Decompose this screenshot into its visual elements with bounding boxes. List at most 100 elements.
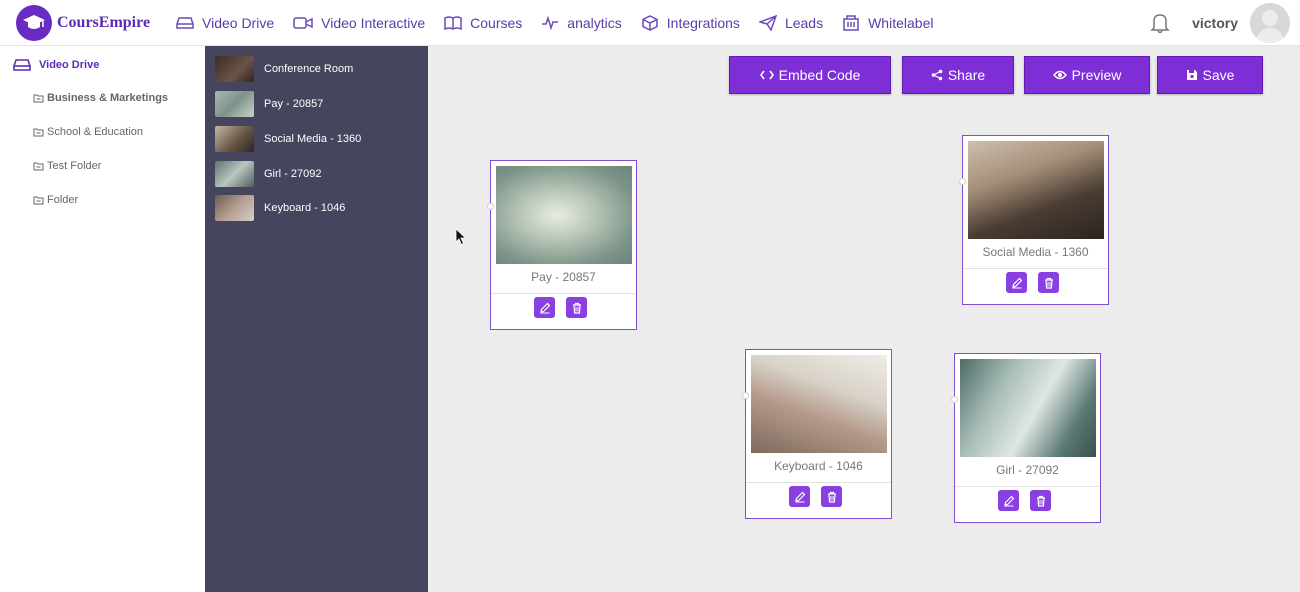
trash-icon	[572, 302, 581, 314]
nav-label: Whitelabel	[868, 14, 934, 31]
video-node[interactable]: Pay - 20857	[487, 160, 637, 330]
pencil-icon	[1011, 277, 1022, 288]
node-divider	[491, 293, 636, 294]
video-list-label: Girl - 27092	[264, 168, 322, 180]
folder-icon	[33, 196, 44, 205]
video-list-item[interactable]: Pay - 20857	[215, 90, 323, 118]
embed-code-button[interactable]: Embed Code	[729, 56, 891, 94]
video-list-item[interactable]: Conference Room	[215, 55, 353, 83]
nav-integrations[interactable]: Integrations	[641, 15, 740, 31]
delete-button[interactable]	[1030, 490, 1051, 511]
share-icon	[931, 69, 943, 81]
nav-label: Video Drive	[202, 14, 275, 31]
video-list-label: Keyboard - 1046	[264, 202, 346, 214]
nav-label: Integrations	[666, 14, 740, 31]
preview-button[interactable]: Preview	[1024, 56, 1150, 94]
edit-button[interactable]	[998, 490, 1019, 511]
nav-leads[interactable]: Leads	[758, 14, 824, 31]
video-thumbnail	[751, 355, 887, 453]
book-icon	[444, 15, 462, 30]
delete-button[interactable]	[566, 297, 587, 318]
cube-icon	[642, 14, 658, 31]
nav-courses[interactable]: Courses	[444, 15, 522, 31]
node-divider	[963, 268, 1108, 269]
node-divider	[746, 482, 891, 483]
edit-button[interactable]	[534, 297, 555, 318]
pencil-icon	[794, 491, 805, 502]
video-thumbnail	[215, 195, 254, 221]
trash-icon	[1036, 495, 1045, 507]
flow-canvas[interactable]: Embed Code Share Preview Save Pay - 2085…	[428, 46, 1300, 592]
video-thumbnail	[960, 359, 1096, 457]
code-icon	[759, 70, 774, 80]
folder-sidebar: Video Drive Business & Marketings School…	[0, 46, 205, 592]
node-divider	[955, 486, 1100, 487]
video-list-label: Conference Room	[264, 63, 354, 75]
pencil-icon	[539, 302, 550, 313]
sidebar-folder-test[interactable]: Test Folder	[33, 160, 101, 172]
nav-video-interactive[interactable]: Video Interactive	[293, 15, 425, 31]
top-navbar: CoursEmpire Video Drive Video Interactiv…	[0, 0, 1300, 46]
edit-button[interactable]	[1006, 272, 1027, 293]
building-icon	[843, 14, 859, 31]
bell-icon[interactable]	[1150, 12, 1170, 34]
video-thumbnail	[215, 56, 254, 82]
video-node[interactable]: Keyboard - 1046	[742, 349, 892, 519]
video-thumbnail	[215, 126, 254, 152]
video-list-item[interactable]: Social Media - 1360	[215, 125, 361, 153]
sidebar-folder-label: Business & Marketings	[47, 92, 169, 104]
connector-handle[interactable]	[951, 396, 958, 403]
preview-label: Preview	[1071, 67, 1122, 83]
video-list-label: Social Media - 1360	[264, 133, 362, 145]
nav-analytics[interactable]: analytics	[541, 14, 622, 31]
video-list-item[interactable]: Girl - 27092	[215, 160, 321, 188]
nav-label: analytics	[567, 14, 622, 31]
video-thumbnail	[215, 91, 254, 117]
node-title: Pay - 20857	[531, 270, 596, 284]
paper-plane-icon	[758, 14, 777, 31]
video-thumbnail	[496, 166, 632, 264]
connector-handle[interactable]	[742, 392, 749, 399]
save-label: Save	[1202, 67, 1235, 83]
pulse-icon	[542, 15, 559, 30]
main-nav: Video Drive Video Interactive Courses an…	[176, 14, 952, 31]
sidebar-root-video-drive[interactable]: Video Drive	[13, 58, 99, 72]
sidebar-folder-folder[interactable]: Folder	[33, 194, 78, 206]
sidebar-folder-school[interactable]: School & Education	[33, 126, 143, 138]
embed-code-label: Embed Code	[778, 67, 861, 83]
video-list-item[interactable]: Keyboard - 1046	[215, 194, 345, 222]
node-title: Girl - 27092	[996, 463, 1059, 477]
sidebar-root-label: Video Drive	[39, 59, 100, 71]
share-label: Share	[947, 67, 986, 83]
share-button[interactable]: Share	[902, 56, 1014, 94]
username[interactable]: victory	[1192, 15, 1238, 31]
video-thumbnail	[215, 161, 254, 187]
nav-whitelabel[interactable]: Whitelabel	[842, 15, 933, 31]
save-button[interactable]: Save	[1157, 56, 1263, 94]
trash-icon	[1044, 277, 1053, 289]
floppy-disk-icon	[1186, 70, 1197, 80]
sidebar-folder-business[interactable]: Business & Marketings	[33, 92, 168, 104]
edit-button[interactable]	[789, 486, 810, 507]
delete-button[interactable]	[821, 486, 842, 507]
delete-button[interactable]	[1038, 272, 1059, 293]
video-camera-icon	[293, 16, 313, 29]
sidebar-folder-label: School & Education	[47, 126, 144, 138]
connector-handle[interactable]	[487, 203, 494, 210]
nav-video-drive[interactable]: Video Drive	[176, 15, 274, 31]
connector-handle[interactable]	[959, 178, 966, 185]
video-node[interactable]: Girl - 27092	[951, 353, 1101, 523]
avatar[interactable]	[1250, 3, 1290, 43]
node-title: Social Media - 1360	[982, 245, 1089, 259]
brand[interactable]: CoursEmpire	[16, 4, 176, 41]
node-title: Keyboard - 1046	[774, 459, 863, 473]
video-node[interactable]: Social Media - 1360	[959, 135, 1109, 305]
pencil-icon	[1003, 495, 1014, 506]
eye-icon	[1052, 70, 1067, 80]
nav-label: Leads	[784, 14, 824, 31]
user-area: victory	[1150, 0, 1300, 46]
nav-label: Video Interactive	[321, 14, 426, 31]
drive-icon	[13, 59, 31, 71]
folder-icon	[33, 94, 44, 103]
sidebar-folder-label: Folder	[47, 194, 79, 206]
